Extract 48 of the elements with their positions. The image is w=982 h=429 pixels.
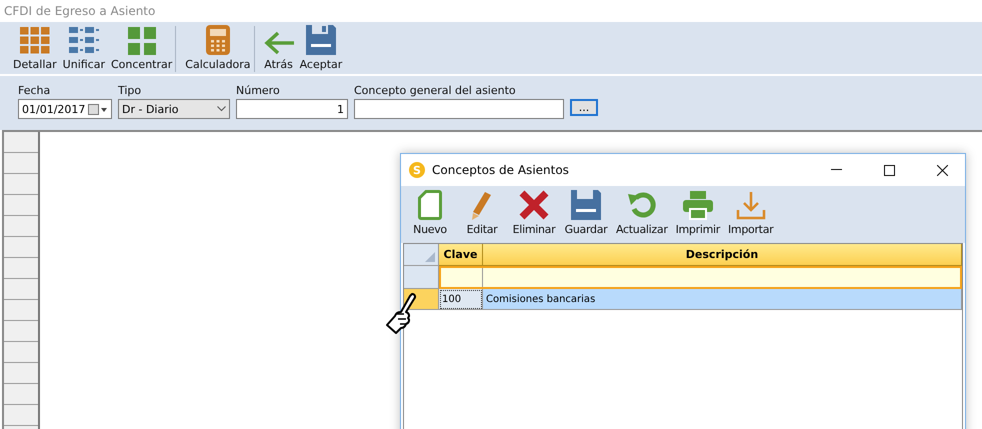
- refresh-icon: [626, 190, 657, 220]
- column-header[interactable]: Descripción: [483, 244, 962, 266]
- new-document-icon: [418, 190, 442, 220]
- import-icon: [736, 190, 766, 220]
- triangle-icon: [425, 252, 435, 262]
- list-icon: [68, 27, 99, 55]
- printer-icon: [682, 190, 713, 220]
- toolbar-button[interactable]: Detallar: [10, 24, 60, 74]
- toolbar-button[interactable]: Aceptar: [296, 24, 346, 74]
- date-field[interactable]: 01/01/2017: [18, 99, 112, 119]
- field-label: Fecha: [18, 84, 52, 97]
- browse-button[interactable]: ...: [570, 99, 598, 116]
- toolbar-button[interactable]: Importar: [724, 190, 776, 236]
- table-cell: 100: [439, 289, 483, 310]
- toolbar-button[interactable]: Guardar: [561, 190, 611, 236]
- toolbar-button[interactable]: Nuevo: [405, 190, 455, 236]
- back-arrow-icon: [264, 31, 294, 55]
- save-icon: [571, 190, 601, 220]
- save-icon: [306, 25, 336, 55]
- toolbar-button[interactable]: Calculadora: [182, 24, 254, 74]
- field-label: Tipo: [118, 84, 142, 97]
- app-logo: S: [409, 162, 425, 178]
- table-cell: Comisiones bancarias: [483, 289, 962, 310]
- toolbar-button[interactable]: Editar: [457, 190, 507, 236]
- window-title: CFDI de Egreso a Asiento: [3, 3, 156, 20]
- toolbar-button[interactable]: Atrás: [260, 24, 297, 74]
- maximize-icon: [884, 164, 894, 176]
- field-label: Concepto general del asiento: [354, 84, 517, 97]
- toolbar-button[interactable]: Eliminar: [509, 190, 559, 236]
- column-header[interactable]: Clave: [439, 244, 483, 266]
- toolbar-button[interactable]: Unificar: [60, 24, 108, 74]
- minimize-icon: [830, 169, 842, 171]
- chevron-down-icon: [217, 106, 226, 112]
- dialog-title: Conceptos de Asientos: [432, 163, 570, 177]
- squares-icon: [128, 27, 156, 55]
- toolbar-button[interactable]: Concentrar: [108, 24, 176, 74]
- field-label: Número: [236, 84, 281, 97]
- toolbar-button[interactable]: Actualizar: [613, 190, 671, 236]
- delete-x-icon: [519, 190, 549, 220]
- toolbar-button[interactable]: Imprimir: [672, 190, 723, 236]
- type-dropdown[interactable]: Dr - Diario: [118, 99, 230, 119]
- calendar-dropdown-icon: [88, 104, 108, 114]
- number-field[interactable]: 1: [236, 99, 348, 119]
- close-icon: [936, 164, 948, 176]
- concept-field[interactable]: [354, 99, 564, 119]
- grid-icon: [20, 27, 50, 55]
- pencil-icon: [471, 190, 493, 220]
- calculator-icon: [206, 25, 230, 55]
